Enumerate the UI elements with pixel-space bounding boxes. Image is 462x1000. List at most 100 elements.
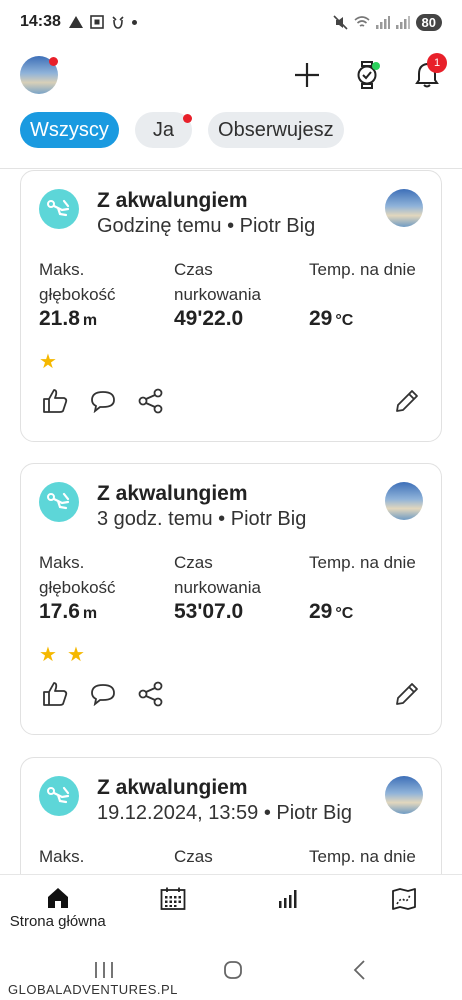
activity-subtitle: Godzinę temu • Piotr Big [97, 215, 316, 237]
status-bar: 14:38 80 [0, 0, 462, 44]
like-button[interactable] [41, 680, 69, 708]
stat-unit: m [82, 312, 98, 329]
nav-calendar[interactable] [116, 875, 232, 944]
like-button[interactable] [41, 387, 69, 415]
home-icon [47, 888, 68, 908]
signal-icon-2 [395, 15, 410, 29]
activity-actions [41, 387, 421, 417]
stat-value: 17.6 [39, 600, 80, 623]
activity-card[interactable]: Z akwalungiem Godzinę temu • Piotr Big M… [20, 170, 442, 442]
activity-feed[interactable]: Z akwalungiem Godzinę temu • Piotr Big M… [0, 168, 462, 874]
bottom-navigation: Strona główna [0, 874, 462, 944]
activity-subtitle: 3 godz. temu • Piotr Big [97, 508, 307, 530]
back-chevron-icon [353, 959, 365, 980]
comment-icon [91, 684, 115, 706]
nav-home-label: Strona główna [9, 913, 106, 930]
home-circle-icon [224, 960, 242, 979]
stat-unit: °C [335, 312, 354, 329]
nav-home[interactable]: Strona główna [0, 875, 116, 944]
stat-label: Czas [174, 847, 213, 866]
stat-value: 21.8 [39, 307, 80, 330]
activity-title: Z akwalungiem [97, 482, 248, 505]
star-icon: ★ [66, 644, 85, 666]
share-button[interactable] [137, 387, 165, 415]
activity-stats: Maks. głębokość Czas nurkowania Temp. na… [39, 844, 423, 874]
notifications-button[interactable]: 1 [412, 53, 447, 90]
activity-title: Z akwalungiem [97, 189, 248, 212]
stat-dive-time: Czas nurkowania [174, 844, 294, 874]
comment-button[interactable] [89, 680, 117, 708]
wifi-icon [354, 16, 370, 27]
scuba-diving-icon [39, 776, 79, 816]
calendar-icon [160, 887, 186, 910]
tab-me[interactable]: Ja [134, 112, 193, 148]
map-icon [392, 888, 417, 910]
comment-icon [91, 391, 115, 413]
rating-stars: ★ ★ [39, 642, 85, 667]
tab-following[interactable]: Obserwujesz [208, 112, 344, 148]
share-button[interactable] [137, 680, 165, 708]
watch-sync-button[interactable] [352, 60, 382, 90]
signal-icon [375, 15, 390, 29]
activity-actions [41, 680, 421, 710]
avatar-notification-dot [49, 57, 58, 66]
stat-label: Czas [174, 553, 213, 572]
recent-apps-button[interactable] [93, 960, 115, 985]
activity-card[interactable]: Z akwalungiem 3 godz. temu • Piotr Big M… [20, 463, 442, 735]
stat-label: Temp. na dnie [309, 553, 416, 572]
notification-triangle-icon [68, 16, 83, 28]
battery-level: 80 [415, 13, 442, 31]
stat-value: 29 [309, 307, 333, 330]
stat-label: głębokość [39, 285, 116, 304]
stat-label: Temp. na dnie [309, 260, 416, 279]
stats-icon [278, 890, 297, 908]
stat-bottom-temp: Temp. na dnie [309, 844, 439, 869]
star-icon: ★ [39, 644, 57, 666]
recent-apps-icon [95, 961, 114, 978]
status-time: 14:38 [20, 13, 61, 30]
back-button[interactable] [351, 959, 369, 986]
watermark: GLOBALADVENTURES.PL [8, 982, 178, 997]
nav-map[interactable] [347, 875, 462, 944]
notifications-badge: 1 [427, 53, 447, 73]
plus-icon [295, 63, 319, 87]
add-button[interactable] [292, 60, 322, 90]
tab-all[interactable]: Wszyscy [20, 112, 119, 148]
edit-button[interactable] [393, 680, 421, 708]
activity-card[interactable]: Z akwalungiem 19.12.2024, 13:59 • Piotr … [20, 757, 442, 874]
home-system-button[interactable] [222, 959, 244, 986]
activity-user-avatar[interactable] [385, 482, 423, 520]
scuba-diving-icon [39, 482, 79, 522]
stat-value: 53'07.0 [174, 600, 244, 623]
tab-me-label: Ja [152, 118, 175, 141]
tab-all-label: Wszyscy [30, 118, 109, 141]
comment-button[interactable] [89, 387, 117, 415]
stat-label: Temp. na dnie [309, 847, 416, 866]
stat-label: Czas [174, 260, 213, 279]
more-notifications-dot [131, 19, 137, 25]
app-header: 1 [0, 44, 462, 106]
stat-bottom-temp: Temp. na dnie 29 °C [309, 257, 439, 331]
stat-label: Maks. [39, 847, 85, 866]
stat-label: Maks. [39, 553, 85, 572]
share-icon [138, 681, 163, 707]
profile-avatar[interactable] [20, 56, 58, 94]
activity-user-avatar[interactable] [385, 189, 423, 227]
watch-connected-dot [372, 62, 380, 70]
stat-max-depth: Maks. głębokość 17.6 m [39, 550, 159, 624]
star-icon: ★ [39, 351, 57, 373]
stat-unit: m [82, 605, 98, 622]
stat-dive-time: Czas nurkowania 49'22.0 [174, 257, 294, 331]
app-notification-icon [112, 16, 124, 29]
activity-stats: Maks. głębokość 21.8 m Czas nurkowania 49… [39, 257, 423, 337]
nav-statistics[interactable] [231, 875, 347, 944]
pencil-icon [396, 683, 418, 705]
tab-following-label: Obserwujesz [218, 118, 334, 141]
activity-user-avatar[interactable] [385, 776, 423, 814]
activity-title: Z akwalungiem [97, 776, 248, 799]
edit-button[interactable] [393, 387, 421, 415]
stat-label: Maks. [39, 260, 85, 279]
thumbs-up-icon [43, 389, 68, 413]
share-icon [138, 388, 163, 414]
stat-label: nurkowania [174, 285, 261, 304]
